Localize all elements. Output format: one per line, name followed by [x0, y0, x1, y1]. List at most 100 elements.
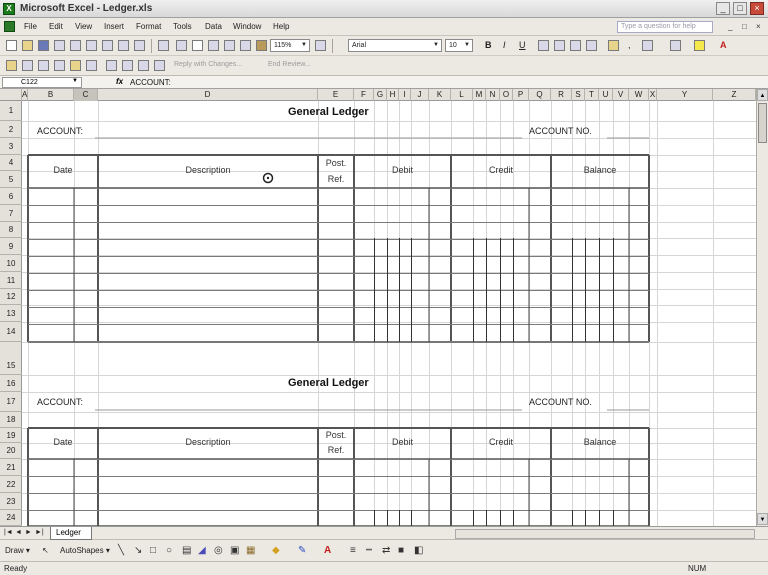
line-icon[interactable]: ╲ [118, 546, 124, 556]
undo-icon[interactable] [158, 40, 169, 51]
rectangle-icon[interactable]: □ [150, 546, 156, 556]
column-header[interactable]: K [429, 89, 451, 101]
column-header[interactable]: C [74, 89, 98, 101]
borders-icon[interactable] [670, 40, 681, 51]
research-icon[interactable] [134, 40, 145, 51]
row-header[interactable]: 18 [0, 412, 22, 428]
share-icon[interactable] [138, 60, 149, 71]
font-select[interactable]: Arial ▼ [348, 39, 442, 52]
doc-minimize-button[interactable]: _ [728, 22, 732, 31]
sort-descending-icon[interactable] [224, 40, 235, 51]
scroll-thumb[interactable] [758, 103, 767, 143]
currency-icon[interactable] [608, 40, 619, 51]
doc-close-button[interactable]: × [756, 22, 761, 31]
column-header[interactable]: P [513, 89, 529, 101]
row-header[interactable]: 11 [0, 272, 22, 289]
column-header[interactable]: G [374, 89, 387, 101]
permission-icon[interactable] [54, 40, 65, 51]
column-header[interactable]: M [473, 89, 486, 101]
row-header[interactable]: 14 [0, 322, 22, 342]
column-header[interactable]: R [551, 89, 572, 101]
scroll-up-icon[interactable]: ▲ [757, 89, 768, 101]
drawing-icon[interactable] [256, 40, 267, 51]
print-icon[interactable] [86, 40, 97, 51]
menu-edit[interactable]: Edit [49, 22, 63, 31]
oval-icon[interactable]: ○ [166, 546, 172, 556]
column-header[interactable]: E [318, 89, 354, 101]
font-size-select[interactable]: 10 ▼ [445, 39, 473, 52]
row-header[interactable]: 12 [0, 289, 22, 305]
row-header[interactable]: 7 [0, 205, 22, 222]
column-header[interactable]: W [629, 89, 649, 101]
column-header[interactable]: Z [713, 89, 756, 101]
align-center-icon[interactable] [554, 40, 565, 51]
column-header[interactable]: N [486, 89, 500, 101]
reply-with-changes-button[interactable]: Reply with Changes... [174, 61, 242, 68]
track-changes-icon[interactable] [106, 60, 117, 71]
column-header[interactable]: Y [657, 89, 713, 101]
row-header[interactable]: 17 [0, 392, 22, 412]
row-header[interactable]: 20 [0, 443, 22, 459]
scroll-down-icon[interactable]: ▼ [757, 513, 768, 525]
previous-comment-icon[interactable] [38, 60, 49, 71]
3d-style-icon[interactable]: ◧ [414, 546, 423, 556]
diagram-icon[interactable]: ◎ [214, 546, 223, 556]
last-sheet-button[interactable]: ►| [35, 529, 44, 536]
menu-data[interactable]: Data [205, 22, 222, 31]
vertical-scrollbar[interactable]: ▲ ▼ [756, 89, 768, 526]
shadow-icon[interactable]: ■ [398, 546, 404, 556]
next-comment-icon[interactable] [54, 60, 65, 71]
row-header[interactable]: 21 [0, 459, 22, 476]
new-comment-icon[interactable] [70, 60, 81, 71]
bold-button[interactable]: B [485, 40, 492, 50]
show-comment-icon[interactable] [22, 60, 33, 71]
prev-sheet-button[interactable]: ◄ [15, 529, 22, 536]
column-header[interactable]: O [500, 89, 513, 101]
column-header[interactable]: V [613, 89, 629, 101]
folder-icon[interactable] [6, 60, 17, 71]
column-header[interactable]: T [585, 89, 599, 101]
menu-insert[interactable]: Insert [104, 22, 124, 31]
close-button[interactable]: × [750, 2, 764, 15]
fill-color-icon[interactable]: ◆ [272, 546, 280, 556]
select-all-button[interactable] [0, 89, 22, 101]
chart-wizard-icon[interactable] [240, 40, 251, 51]
line-color-icon[interactable]: ✎ [298, 546, 306, 556]
underline-button[interactable]: U [519, 40, 526, 50]
menu-file[interactable]: File [24, 22, 37, 31]
print-preview-icon[interactable] [102, 40, 113, 51]
column-header[interactable]: H [387, 89, 399, 101]
menu-help[interactable]: Help [273, 22, 289, 31]
row-header[interactable]: 16 [0, 375, 22, 392]
column-header[interactable]: I [399, 89, 411, 101]
email-icon[interactable] [70, 40, 81, 51]
first-sheet-button[interactable]: |◄ [4, 529, 13, 536]
align-right-icon[interactable] [570, 40, 581, 51]
column-header[interactable]: Q [529, 89, 551, 101]
hyperlink-icon[interactable] [176, 40, 187, 51]
row-header[interactable]: 24 [0, 510, 22, 526]
row-header[interactable]: 4 [0, 155, 22, 171]
maximize-button[interactable]: □ [733, 2, 747, 15]
menu-window[interactable]: Window [233, 22, 261, 31]
italic-button[interactable]: I [503, 40, 506, 50]
row-header[interactable]: 5 [0, 171, 22, 188]
doc-restore-button[interactable]: □ [742, 22, 747, 31]
autoshapes-menu-button[interactable]: AutoShapes ▾ [60, 546, 110, 555]
row-header[interactable]: 10 [0, 255, 22, 272]
line-style-icon[interactable]: ≡ [350, 546, 356, 556]
save-icon[interactable] [38, 40, 49, 51]
column-header[interactable]: L [451, 89, 473, 101]
dash-style-icon[interactable]: ┅ [366, 546, 372, 556]
name-box[interactable]: C122 [2, 77, 82, 88]
minimize-button[interactable]: _ [716, 2, 730, 15]
font-color-icon[interactable]: A [324, 546, 331, 556]
increase-decimal-icon[interactable] [642, 40, 653, 51]
row-header[interactable]: 3 [0, 138, 22, 155]
picture-icon[interactable]: ▦ [246, 546, 255, 556]
column-header[interactable]: B [28, 89, 74, 101]
fill-color-icon[interactable] [694, 40, 705, 51]
row-header[interactable]: 23 [0, 493, 22, 510]
formula-input[interactable]: ACCOUNT: [130, 78, 171, 87]
cursor-select-icon[interactable]: ↖ [42, 546, 49, 555]
